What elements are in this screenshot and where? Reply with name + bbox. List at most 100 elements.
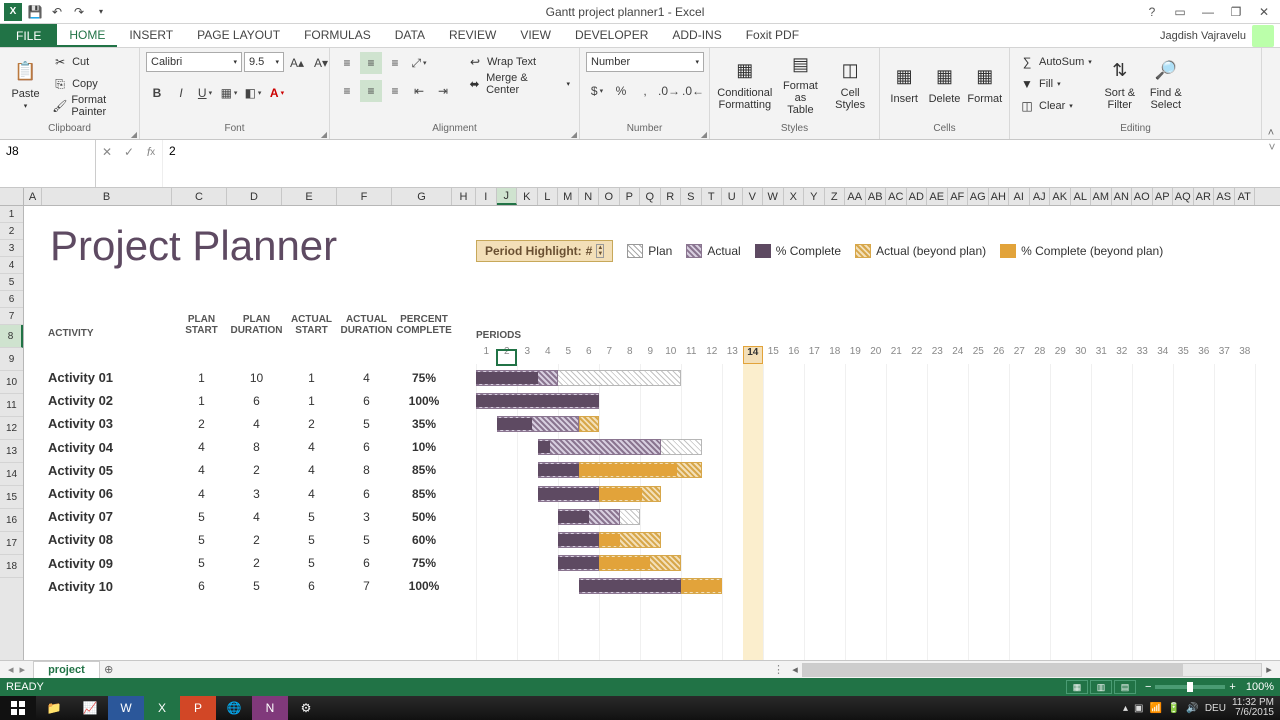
activity-row[interactable]: Activity 10 6 5 6 7 100%	[24, 575, 1280, 598]
col-header-S[interactable]: S	[681, 188, 702, 205]
zoom-level[interactable]: 100%	[1246, 681, 1274, 693]
col-header-Y[interactable]: Y	[804, 188, 825, 205]
col-header-B[interactable]: B	[42, 188, 172, 205]
explorer-icon[interactable]: 📁	[36, 696, 72, 720]
col-header-AM[interactable]: AM	[1091, 188, 1112, 205]
volume-icon[interactable]: 🔊	[1186, 703, 1198, 714]
network-icon[interactable]: 📶	[1149, 703, 1161, 714]
new-sheet-icon[interactable]: ⊕	[100, 661, 118, 679]
system-tray[interactable]: ▴ ▣ 📶 🔋 🔊 DEU 11:32 PM 7/6/2015	[1123, 698, 1280, 718]
activity-row[interactable]: Activity 09 5 2 5 6 75%	[24, 552, 1280, 575]
formula-input[interactable]	[163, 140, 1264, 162]
percent-format-icon[interactable]: %	[610, 80, 632, 102]
italic-button[interactable]: I	[170, 82, 192, 104]
font-color-button[interactable]: A▾	[266, 82, 288, 104]
matlab-icon[interactable]: 📈	[72, 696, 108, 720]
delete-cells-button[interactable]: ▦Delete	[926, 52, 962, 116]
redo-icon[interactable]: ↷	[70, 3, 88, 21]
ribbon-tab-formulas[interactable]: FORMULAS	[292, 24, 383, 47]
select-all-corner[interactable]	[0, 188, 24, 205]
format-cells-button[interactable]: ▦Format	[967, 52, 1003, 116]
col-header-AD[interactable]: AD	[907, 188, 928, 205]
col-header-F[interactable]: F	[337, 188, 392, 205]
ribbon-tab-file[interactable]: FILE	[0, 24, 57, 47]
merge-center-button[interactable]: ⬌Merge & Center▾	[464, 74, 573, 94]
activity-row[interactable]: Activity 08 5 2 5 5 60%	[24, 528, 1280, 551]
col-header-AF[interactable]: AF	[948, 188, 969, 205]
expand-formula-bar-icon[interactable]: ˅	[1264, 140, 1280, 187]
dialog-launcher-icon[interactable]: ◢	[321, 130, 327, 139]
ribbon-tab-insert[interactable]: INSERT	[117, 24, 185, 47]
row-header-18[interactable]: 18	[0, 555, 23, 578]
row-header-3[interactable]: 3	[0, 240, 23, 257]
col-header-AN[interactable]: AN	[1112, 188, 1133, 205]
restore-icon[interactable]: ❐	[1226, 5, 1246, 19]
period-highlight-control[interactable]: Period Highlight: # ▲▼	[476, 240, 613, 262]
row-header-13[interactable]: 13	[0, 440, 23, 463]
excel-taskbar-icon[interactable]: X	[144, 696, 180, 720]
account-user[interactable]: Jagdish Vajravelu	[1154, 24, 1280, 47]
language-indicator[interactable]: DEU	[1205, 703, 1226, 714]
enter-formula-icon[interactable]: ✓	[118, 142, 140, 162]
autosum-button[interactable]: ∑AutoSum▾	[1016, 52, 1095, 72]
ribbon-collapse-chevron-icon[interactable]: ˄	[1262, 48, 1280, 139]
zoom-slider[interactable]: − + 100%	[1145, 681, 1274, 693]
close-icon[interactable]: ✕	[1254, 5, 1274, 19]
cut-button[interactable]: ✂Cut	[49, 52, 133, 72]
row-header-4[interactable]: 4	[0, 257, 23, 274]
battery-icon[interactable]: 🔋	[1168, 703, 1180, 714]
font-name-combo[interactable]: Calibri▾	[146, 52, 242, 72]
col-header-J[interactable]: J	[497, 188, 518, 205]
font-size-combo[interactable]: 9.5▾	[244, 52, 284, 72]
row-header-8[interactable]: 8	[0, 325, 23, 348]
row-header-14[interactable]: 14	[0, 463, 23, 486]
col-header-AH[interactable]: AH	[989, 188, 1010, 205]
worksheet[interactable]: ABCDEFGHIJKLMNOPQRSTUVWXYZAAABACADAEAFAG…	[0, 188, 1280, 660]
powerpoint-icon[interactable]: P	[180, 696, 216, 720]
number-format-combo[interactable]: Number▾	[586, 52, 704, 72]
sort-filter-button[interactable]: ⇅Sort & Filter	[1099, 52, 1141, 116]
col-header-K[interactable]: K	[517, 188, 538, 205]
row-header-12[interactable]: 12	[0, 417, 23, 440]
minimize-icon[interactable]: —	[1198, 5, 1218, 19]
format-painter-button[interactable]: 🖌Format Painter	[49, 96, 133, 116]
zoom-in-icon[interactable]: +	[1229, 681, 1235, 693]
cell-styles-button[interactable]: ◫Cell Styles	[827, 52, 873, 116]
clear-button[interactable]: ◫Clear▾	[1016, 96, 1095, 116]
activity-row[interactable]: Activity 02 1 6 1 6 100%	[24, 389, 1280, 412]
comma-format-icon[interactable]: ,	[634, 80, 656, 102]
align-center-icon[interactable]: ≡	[360, 80, 382, 102]
row-header-5[interactable]: 5	[0, 274, 23, 291]
format-as-table-button[interactable]: ▤Format as Table	[778, 52, 824, 116]
row-header-11[interactable]: 11	[0, 394, 23, 417]
next-sheet-icon[interactable]: ▸	[20, 663, 26, 676]
col-header-AT[interactable]: AT	[1235, 188, 1256, 205]
ribbon-tab-view[interactable]: VIEW	[508, 24, 563, 47]
activity-row[interactable]: Activity 03 2 4 2 5 35%	[24, 412, 1280, 435]
activity-row[interactable]: Activity 01 1 10 1 4 75%	[24, 366, 1280, 389]
obs-icon[interactable]: ⚙	[288, 696, 324, 720]
increase-indent-icon[interactable]: ⇥	[432, 80, 454, 102]
fx-icon[interactable]: fx	[140, 142, 162, 162]
spinner-icon[interactable]: ▲▼	[596, 244, 604, 258]
col-header-I[interactable]: I	[476, 188, 497, 205]
col-header-AL[interactable]: AL	[1071, 188, 1092, 205]
ribbon-tab-review[interactable]: REVIEW	[437, 24, 508, 47]
word-icon[interactable]: W	[108, 696, 144, 720]
col-header-C[interactable]: C	[172, 188, 227, 205]
row-header-1[interactable]: 1	[0, 206, 23, 223]
ribbon-tab-foxit-pdf[interactable]: Foxit PDF	[734, 24, 811, 47]
paste-button[interactable]: 📋 Paste ▾	[6, 52, 45, 116]
row-header-16[interactable]: 16	[0, 509, 23, 532]
row-header-7[interactable]: 7	[0, 308, 23, 325]
tray-up-icon[interactable]: ▴	[1123, 703, 1128, 714]
col-header-E[interactable]: E	[282, 188, 337, 205]
col-header-AG[interactable]: AG	[968, 188, 989, 205]
col-header-AR[interactable]: AR	[1194, 188, 1215, 205]
conditional-formatting-button[interactable]: ▦Conditional Formatting	[716, 52, 774, 116]
col-header-AS[interactable]: AS	[1214, 188, 1235, 205]
increase-font-icon[interactable]: A▴	[286, 52, 308, 74]
align-right-icon[interactable]: ≡	[384, 80, 406, 102]
col-header-AA[interactable]: AA	[845, 188, 866, 205]
row-header-9[interactable]: 9	[0, 348, 23, 371]
